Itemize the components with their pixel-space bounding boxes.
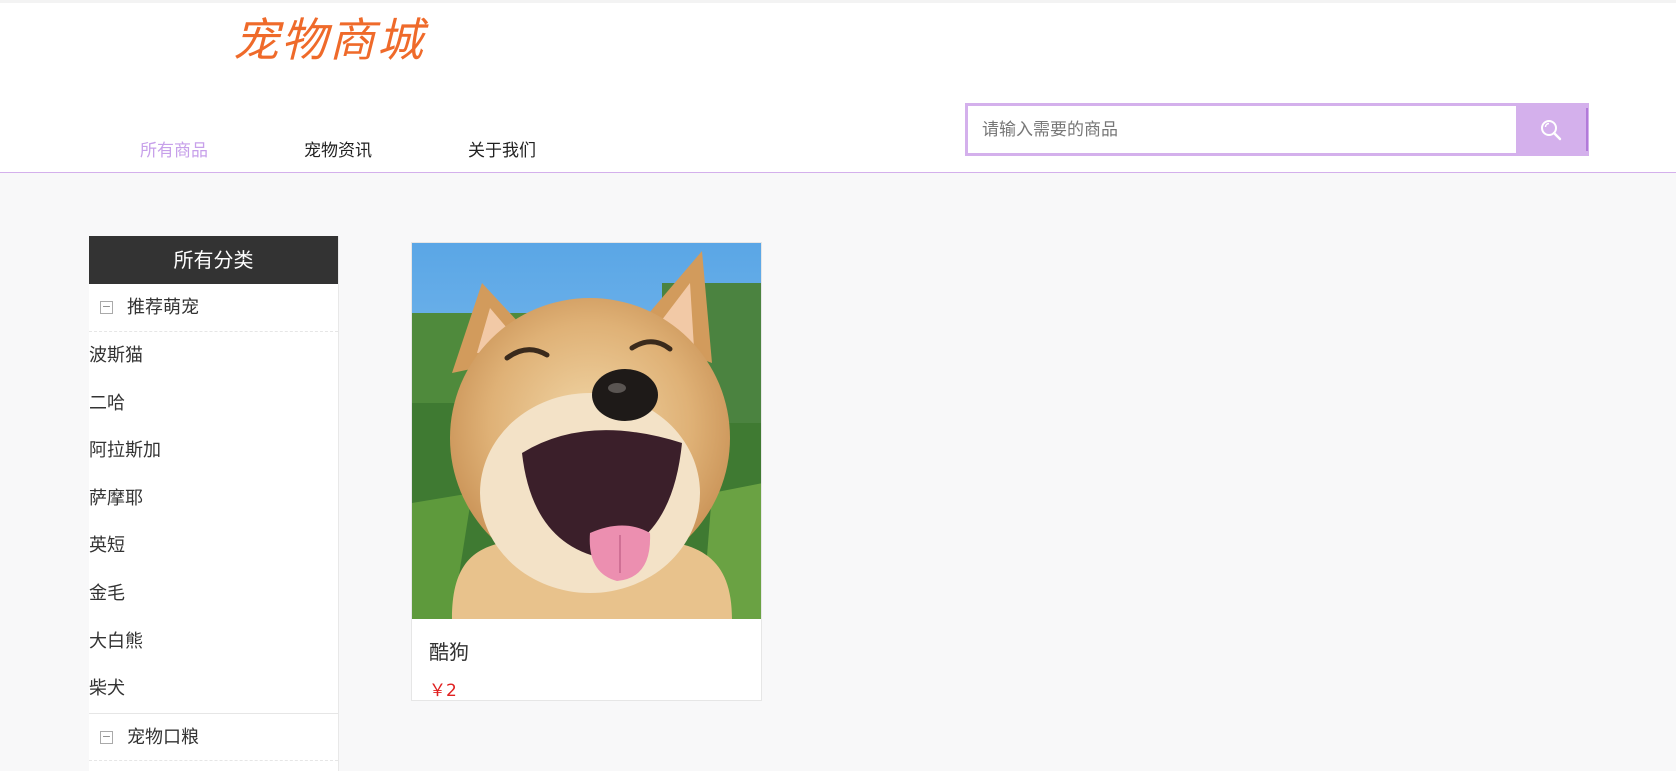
search-icon: [1541, 119, 1562, 140]
search-input[interactable]: [968, 106, 1514, 153]
category-item-british-shorthair[interactable]: 英短: [89, 522, 338, 570]
sidebar-title: 所有分类: [89, 236, 338, 284]
category-item-golden-retriever[interactable]: 金毛: [89, 570, 338, 618]
product-name[interactable]: 酷狗: [429, 636, 469, 665]
collapse-icon[interactable]: −: [100, 730, 113, 744]
category-group-label: 推荐萌宠: [127, 297, 199, 318]
category-sidebar: 所有分类 − 推荐萌宠 波斯猫 二哈 阿拉斯加 萨摩耶 英短 金毛 大白熊 柴犬…: [89, 236, 339, 771]
search-bar: [965, 103, 1589, 156]
nav-item-about-us[interactable]: 关于我们: [468, 133, 536, 169]
category-group-label: 宠物口粮: [127, 726, 199, 748]
category-item-samoyed[interactable]: 萨摩耶: [89, 475, 338, 523]
category-group-pet-food[interactable]: − 宠物口粮: [89, 712, 338, 761]
main-nav: 所有商品 宠物资讯 关于我们: [0, 133, 700, 169]
search-divider: [1586, 108, 1588, 151]
product-card[interactable]: 酷狗 ￥2: [411, 242, 762, 701]
category-item-alaskan[interactable]: 阿拉斯加: [89, 427, 338, 475]
product-image[interactable]: [412, 243, 761, 619]
category-sub-list: 波斯猫 二哈 阿拉斯加 萨摩耶 英短 金毛 大白熊 柴犬: [89, 332, 338, 713]
site-logo[interactable]: 宠物商城: [233, 10, 425, 70]
category-item-husky[interactable]: 二哈: [89, 380, 338, 428]
header: 宠物商城 所有商品 宠物资讯 关于我们: [0, 3, 1676, 173]
category-group-recommended[interactable]: − 推荐萌宠: [89, 284, 338, 332]
nav-item-all-products[interactable]: 所有商品: [140, 133, 208, 169]
nav-item-pet-news[interactable]: 宠物资讯: [304, 133, 372, 169]
category-item-persian-cat[interactable]: 波斯猫: [89, 332, 338, 380]
category-item-shiba-inu[interactable]: 柴犬: [89, 665, 338, 713]
shiba-dog-image: [412, 243, 761, 619]
product-price: ￥2: [429, 681, 457, 701]
search-button[interactable]: [1516, 106, 1586, 153]
collapse-icon[interactable]: −: [100, 301, 113, 314]
category-item-great-pyrenees[interactable]: 大白熊: [89, 618, 338, 666]
